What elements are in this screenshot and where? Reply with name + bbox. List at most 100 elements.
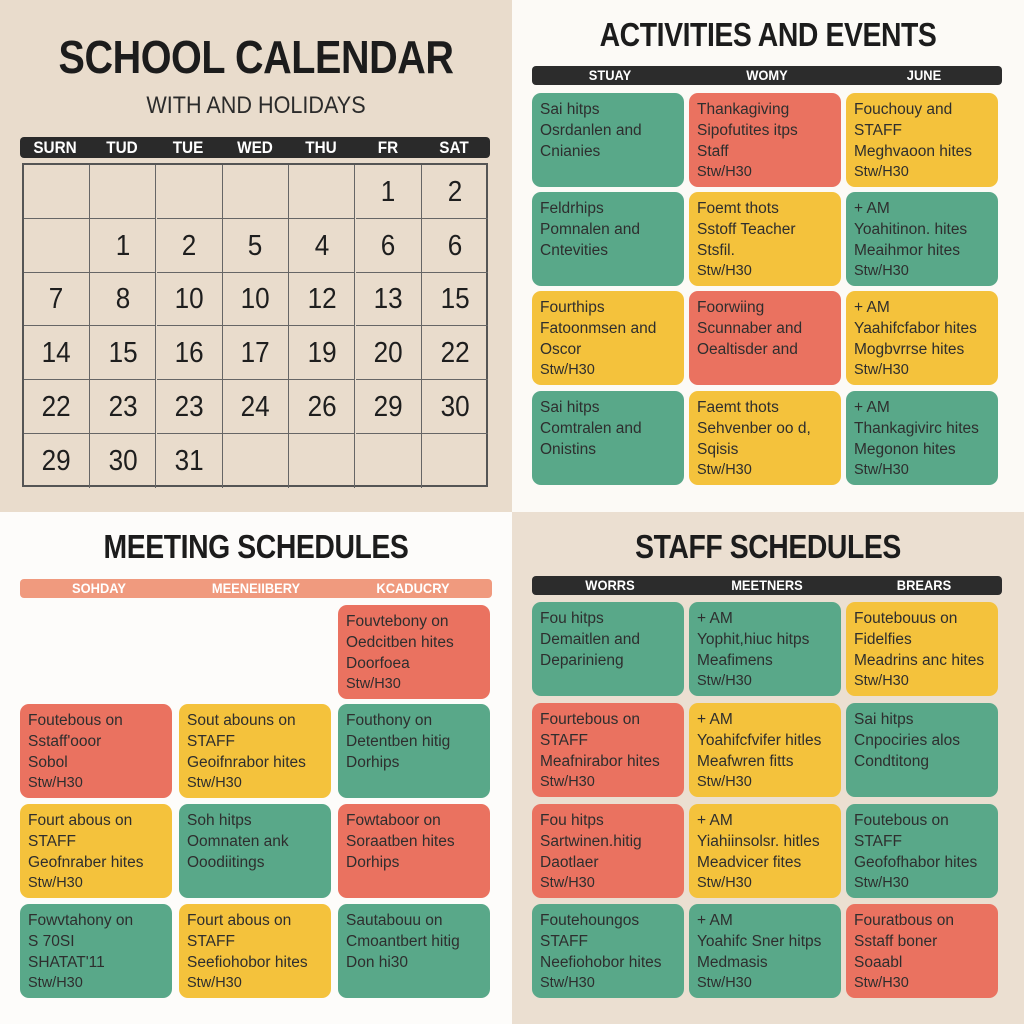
card-line-text: Soraatben hites (346, 833, 455, 850)
calendar-day-cell (223, 433, 289, 488)
calendar-day-number: 26 (307, 390, 337, 423)
calendar-day-cell: 8 (90, 272, 157, 327)
card-line-text: Fouratbous on (854, 912, 954, 929)
calendar-subtitle: WITH AND HOLIDAYS (146, 92, 366, 119)
schedule-card: Sai hitps Osrdanlen and Cnianies (532, 93, 684, 187)
card-line-text: STAFF (854, 122, 902, 139)
calendar-day-number: 13 (373, 283, 403, 316)
card-line-text: Staff (697, 143, 729, 160)
calendar-day-cell (289, 165, 356, 219)
card-time-text: Stw/H30 (28, 875, 83, 891)
card-time-text: Stw/H30 (28, 975, 83, 991)
calendar-day-cell: 14 (24, 326, 90, 381)
card-line-text: Sartwinen.hitig (540, 833, 642, 850)
card-line-text: + AM (697, 812, 733, 829)
card-line-text: Medmasis (697, 954, 768, 971)
card-time-text: Stw/H30 (697, 774, 752, 790)
column-header-label: WORRS (585, 577, 636, 593)
calendar-day-cell (90, 165, 157, 219)
calendar-day-number: 24 (240, 390, 270, 423)
card-line-text: Cnianies (540, 143, 601, 160)
card-line-text: + AM (854, 200, 890, 217)
card-line-text: + AM (697, 912, 733, 929)
schedule-card: Sautabouu on Cmoantbert hitig Don hi30 (338, 904, 490, 998)
activities-column-header: STUAY WOMY JUNE (532, 66, 1002, 85)
card-time-text: Stw/H30 (697, 673, 752, 689)
calendar-day-cell: 12 (289, 272, 356, 327)
schedule-card: Sai hitps Comtralen and Onistins (532, 391, 684, 485)
calendar-day-number: 2 (181, 229, 197, 262)
calendar-day-cell: 1 (355, 165, 422, 219)
column-header-label: BREARS (896, 577, 951, 593)
calendar-day-cell: 30 (90, 433, 157, 488)
card-line-text: Meafnirabor hites (540, 753, 660, 770)
card-line-text: Scunnaber and (697, 320, 803, 337)
calendar-day-cell (222, 165, 289, 219)
card-line-text: Fourthips (540, 299, 605, 316)
card-line-text: Foutebouus on (854, 610, 958, 627)
calendar-day-number: 23 (108, 390, 138, 423)
card-line-text: Demaitlen and (540, 631, 640, 648)
card-line-text: Sqisis (697, 441, 739, 458)
schedule-card: Fourt abous on STAFF Seefiohobor hites Stw/… (179, 904, 331, 998)
card-line-text: Megonon hites (854, 441, 956, 458)
calendar-day-cell: 31 (157, 433, 223, 488)
meeting-column-header: SOHDAY MEENEIIBERY KCADUCRY (20, 579, 492, 598)
card-line-text: Don hi30 (346, 954, 409, 971)
calendar-grid: 1 2 1 2 5 4 6 6 7 8 10 10 12 13 15 14 15 16 17 19 20 22 22 23 23… (22, 163, 488, 488)
card-line-text: Sout abouns on (187, 712, 296, 729)
calendar-day-cell: 30 (421, 380, 488, 434)
calendar-day-number: 6 (380, 229, 396, 262)
card-time-text: Stw/H30 (854, 975, 909, 991)
card-line-text: Yophit,hiuc hitps (697, 631, 810, 648)
schedule-card: Fourt abous on STAFF Geofnraber hites Stw/H… (20, 804, 172, 898)
card-line-text: Fouthony on (346, 712, 433, 729)
card-line-text: Detentben hitig (346, 733, 451, 750)
card-line-text: Foutebous on (28, 712, 123, 729)
card-time-text: Stw/H30 (540, 975, 595, 991)
column-header-label: KCADUCRY (376, 580, 450, 596)
card-line-text: STAFF (540, 732, 588, 749)
card-time-text: Stw/H30 (854, 875, 909, 891)
card-line-text: Meaihmor hites (854, 242, 960, 259)
card-time-text: Stw/H30 (28, 775, 83, 791)
calendar-day-number: 31 (174, 444, 204, 477)
weekday-label: SURN (33, 138, 77, 157)
weekday-header: SURN TUD TUE WED THU FR SAT (20, 137, 490, 158)
calendar-day-cell: 22 (421, 326, 488, 381)
card-time-text: Stw/H30 (540, 875, 595, 891)
card-line-text: STAFF (854, 833, 902, 850)
card-time-text: Stw/H30 (346, 676, 401, 692)
card-line-text: Seefiohobor hites (187, 954, 308, 971)
calendar-day-cell: 13 (355, 272, 422, 327)
card-line-text: Geoifnrabor hites (187, 754, 306, 771)
schedule-card: Fowtaboor on Soraatben hites Dorhips (338, 804, 490, 898)
activities-events-panel: ACTIVITIES AND EVENTS STUAY WOMY JUNE Sai … (512, 0, 1024, 512)
schedule-card: Fou hitps Sartwinen.hitig Daotlaer Stw/H30 (532, 804, 684, 898)
calendar-day-number: 10 (240, 283, 270, 316)
calendar-title: SCHOOL CALENDAR (58, 31, 454, 83)
schedule-card: + AM Yoahitinon. hites Meaihmor hites Stw/H… (846, 192, 998, 286)
schedule-card: Sai hitps Cnpociries alos Condtitong (846, 703, 998, 797)
calendar-day-cell: 23 (156, 379, 223, 434)
card-line-text: Fowtaboor on (346, 812, 441, 829)
calendar-day-cell: 6 (421, 219, 488, 273)
schedule-card: Soh hitps Oomnaten ank Ooodiitings (179, 804, 331, 898)
calendar-day-number: 29 (373, 390, 403, 423)
schedule-card: Fowvtahony on S 70SI SHATAT'11 Stw/H30 (20, 904, 172, 998)
card-line-text: Sai hitps (540, 399, 600, 416)
schedule-card: Foutehoungos STAFF Neefiohobor hites Stw/H3… (532, 904, 684, 998)
calendar-day-number: 1 (380, 176, 396, 208)
calendar-day-number: 14 (41, 337, 72, 370)
schedule-card: Fourthips Fatoonmsen and Oscor Stw/H30 (532, 291, 684, 385)
schedule-card: Foutebous on STAFF Geofofhabor hites Stw/H3… (846, 804, 998, 898)
card-line-text: Faemt thots (697, 399, 779, 416)
calendar-day-number: 8 (115, 283, 131, 316)
card-line-text: Sobol (28, 754, 68, 771)
calendar-day-number: 22 (440, 337, 470, 370)
calendar-day-number: 22 (41, 390, 72, 423)
calendar-day-number: 1 (115, 229, 131, 262)
card-line-text: S 70SI (28, 933, 75, 950)
card-line-text: Yoahifcfvifer hitles (697, 732, 822, 749)
calendar-day-cell: 7 (24, 272, 90, 327)
